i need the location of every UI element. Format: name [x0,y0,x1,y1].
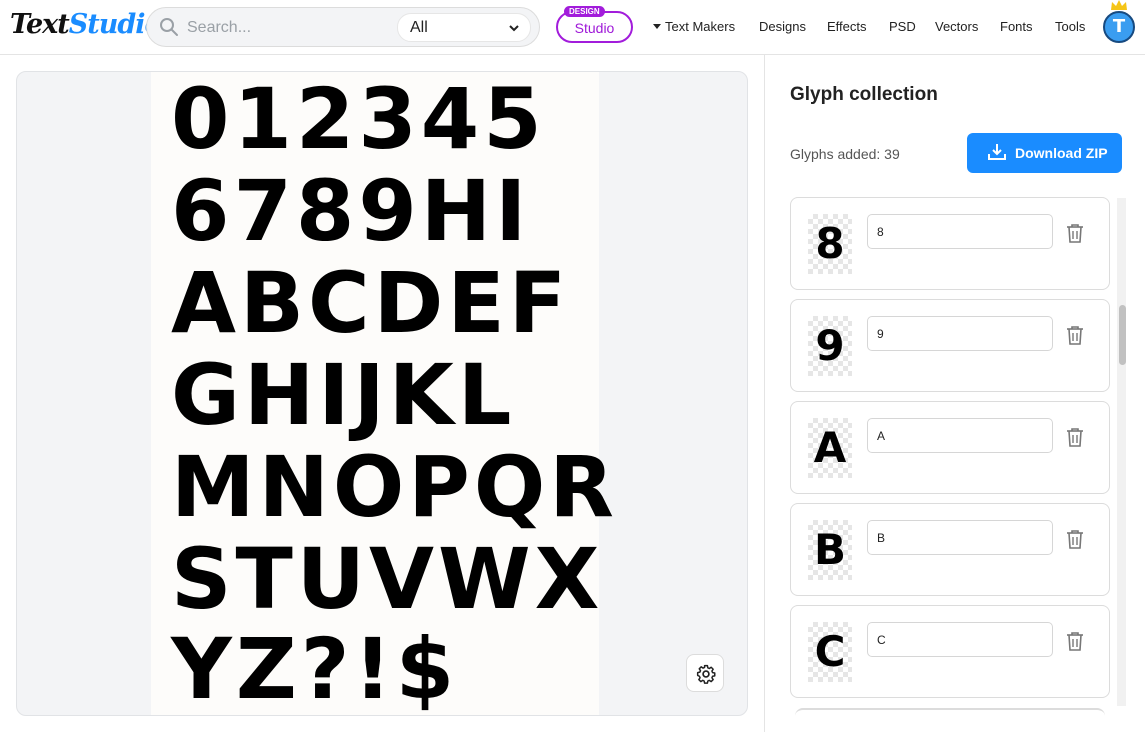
glyph-row: YZ?!$ [171,620,459,716]
glyph-row: MNOPQR [171,438,618,536]
glyph-sheet-canvas[interactable]: 012345 6789HI ABCDEF GHIJKL MNOPQR STUVW… [16,71,748,716]
glyph-item-partial [795,708,1105,732]
trash-icon[interactable] [1066,631,1084,651]
caret-down-icon [653,24,661,29]
download-label: Download ZIP [1015,145,1108,161]
glyph-thumbnail: 8 [808,214,852,274]
nav-text-makers[interactable]: Text Makers [653,19,735,34]
glyph-thumbnail: C [808,622,852,682]
studio-label: Studio [574,20,615,36]
glyph-collection-panel: Glyph collection Glyphs added: 39 Downlo… [764,55,1145,732]
trash-icon[interactable] [1066,529,1084,549]
glyph-sheet: 012345 6789HI ABCDEF GHIJKL MNOPQR STUVW… [151,71,618,716]
glyph-count: Glyphs added: 39 [790,146,900,162]
design-badge: DESIGN [564,6,605,17]
glyph-name-input[interactable] [867,520,1053,555]
nav-effects[interactable]: Effects [827,19,867,34]
glyph-name-input[interactable] [867,622,1053,657]
glyph-row: GHIJKL [171,346,516,444]
trash-icon[interactable] [1066,427,1084,447]
gear-icon [696,664,716,684]
glyph-row: 012345 [171,71,546,168]
trash-icon[interactable] [1066,223,1084,243]
search-input[interactable] [187,17,387,39]
glyph-list-scrollbar[interactable] [1117,198,1126,706]
chevron-down-icon [509,25,519,32]
search-icon [160,18,178,36]
nav-fonts[interactable]: Fonts [1000,19,1033,34]
glyph-name-input[interactable] [867,214,1053,249]
user-avatar[interactable]: T [1103,11,1135,43]
glyph-row: ABCDEF [171,254,571,352]
glyph-item: 8 [790,197,1110,290]
nav-tools[interactable]: Tools [1055,19,1085,34]
crown-icon [1111,0,1127,10]
glyph-name-input[interactable] [867,418,1053,453]
nav-psd[interactable]: PSD [889,19,916,34]
glyph-row: 6789HI [171,162,531,260]
download-icon [988,144,1006,160]
glyph-item: C [790,605,1110,698]
glyph-item: B [790,503,1110,596]
nav-designs[interactable]: Designs [759,19,806,34]
glyph-thumbnail: 9 [808,316,852,376]
glyph-thumbnail: B [808,520,852,580]
glyph-name-input[interactable] [867,316,1053,351]
glyph-item: 9 [790,299,1110,392]
nav-vectors[interactable]: Vectors [935,19,978,34]
glyph-item: A [790,401,1110,494]
glyph-list[interactable]: 8 9 A B C [790,197,1110,732]
textstudio-logo[interactable]: TextStudio [10,9,162,40]
search-scope-select[interactable]: All [397,13,531,42]
panel-title: Glyph collection [790,84,938,105]
canvas-settings-button[interactable] [686,654,724,692]
design-studio-button[interactable]: DESIGN Studio [556,6,633,43]
search-scope-value: All [410,19,428,36]
top-bar: TextStudio All DESIGN Studio Text Makers… [0,0,1145,55]
search-bar: All [146,7,540,47]
glyph-thumbnail: A [808,418,852,478]
trash-icon[interactable] [1066,325,1084,345]
scrollbar-thumb[interactable] [1119,305,1126,365]
glyph-row: STUVWX [171,530,604,628]
download-zip-button[interactable]: Download ZIP [967,133,1122,173]
